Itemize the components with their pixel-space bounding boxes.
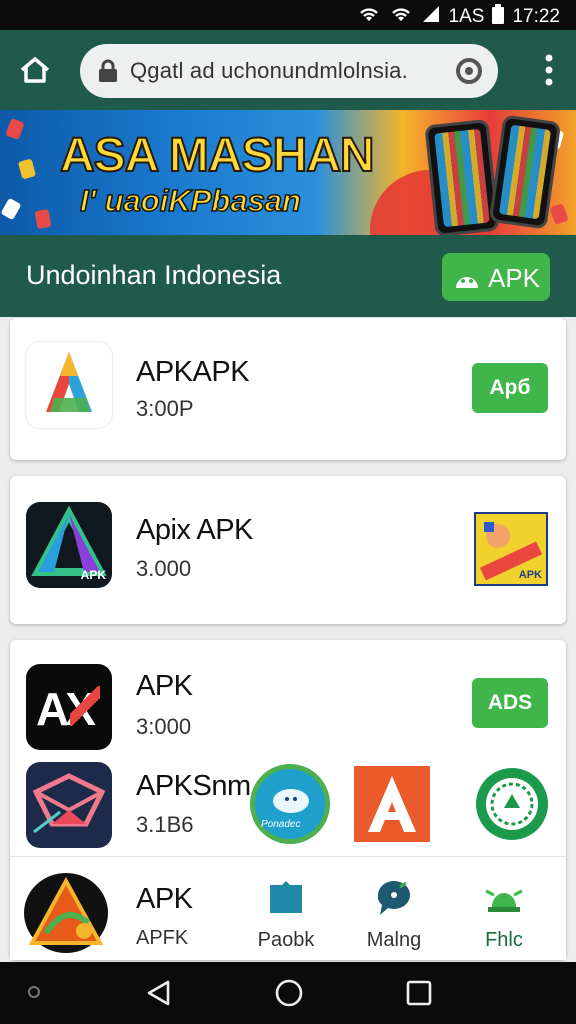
confetti-decoration <box>0 197 22 221</box>
app-name: APK <box>136 883 193 915</box>
app-logo-icon: APK <box>26 502 112 588</box>
confetti-decoration <box>549 203 569 225</box>
nav-item-fhlc[interactable]: Fhlc <box>454 873 554 953</box>
chat-icon <box>374 877 414 917</box>
app-logo-icon[interactable] <box>24 873 108 953</box>
app-card[interactable]: APKAPK 3:00P Apб <box>10 318 566 460</box>
chat-bubble-label: Ponadec <box>261 819 301 830</box>
status-bar: 1AS 17:22 <box>0 0 576 30</box>
app-logo-icon: AX <box>26 664 112 750</box>
install-button[interactable]: Apб <box>472 363 548 413</box>
app-a-icon[interactable] <box>354 766 430 842</box>
nav-label: Malng <box>366 929 422 951</box>
apk-button-label: APK <box>488 263 541 293</box>
confetti-decoration <box>5 118 25 140</box>
banner-title: ASA MASHAN <box>59 128 376 183</box>
location-icon[interactable] <box>454 56 484 86</box>
app-name: Apix APK <box>136 514 253 546</box>
app-size: APFK <box>136 927 189 949</box>
system-navigation-bar <box>0 962 576 1024</box>
section-header: Undoinhan Indonesia APK <box>0 235 576 317</box>
confetti-decoration <box>34 208 52 230</box>
clock: 17:22 <box>512 6 560 27</box>
app-icon-label: APK <box>80 568 106 582</box>
thumbnail-label: APK <box>518 569 542 581</box>
dot-icon <box>26 984 42 1000</box>
home-icon[interactable] <box>18 54 52 86</box>
phone-image <box>424 118 500 235</box>
app-name: APKAPK <box>136 356 250 388</box>
bottom-navigation: APK APFK Paobk Malng Fhlc <box>10 856 566 960</box>
app-thumbnail[interactable]: APK <box>474 512 548 586</box>
list-item[interactable]: APKAPK 3:00P Apб <box>10 338 566 438</box>
more-vert-icon[interactable] <box>544 52 554 88</box>
browser-toolbar: Qgatl ad uchonundmlolnsia. <box>0 30 576 110</box>
banner-subtitle: I' uaoiKPbasan <box>79 182 301 219</box>
wifi-icon <box>357 5 381 29</box>
nav-label: Paobk <box>257 929 315 951</box>
recents-icon[interactable] <box>404 978 434 1008</box>
chat-bubble-icon[interactable]: Ponadec <box>250 764 330 844</box>
app-name: APKSnm <box>136 770 251 802</box>
list-item[interactable]: AX APK 3:000 ADS <box>10 662 566 762</box>
alarm-icon <box>484 877 524 917</box>
home-button-icon[interactable] <box>274 978 304 1008</box>
section-title: Undoinhan Indonesia <box>26 260 282 290</box>
nav-item-malng[interactable]: Malng <box>344 873 444 953</box>
app-size: 3:000 <box>136 714 192 739</box>
carrier-text: 1AS <box>448 6 485 27</box>
wifi-icon <box>389 5 413 29</box>
back-icon[interactable] <box>144 978 174 1008</box>
app-card[interactable]: APK Apix APK 3.000 APK <box>10 476 566 624</box>
app-logo-icon <box>26 342 112 428</box>
battery-icon <box>492 4 505 30</box>
nav-item-paobk[interactable]: Paobk <box>236 873 336 953</box>
promo-banner[interactable]: ASA MASHAN I' uaoiKPbasan <box>0 110 576 235</box>
url-text: Qgatl ad uchonundmlolnsia. <box>130 58 408 83</box>
signal-icon <box>421 5 441 29</box>
app-size: 3.1B6 <box>136 812 194 837</box>
badge-icon[interactable] <box>476 768 548 840</box>
url-bar[interactable]: Qgatl ad uchonundmlolnsia. <box>80 44 498 98</box>
apk-button[interactable]: APK <box>442 253 550 301</box>
app-size: 3.000 <box>136 556 192 581</box>
lock-icon <box>98 59 118 83</box>
app-logo-icon <box>26 762 112 848</box>
install-button[interactable]: ADS <box>472 678 548 728</box>
app-size: 3:00P <box>136 396 194 421</box>
confetti-decoration <box>17 158 37 180</box>
app-name: APK <box>136 670 193 702</box>
list-item[interactable]: APK Apix APK 3.000 APK <box>10 502 566 602</box>
bookmark-icon <box>266 877 306 917</box>
android-icon <box>454 266 480 288</box>
nav-label: Fhlc <box>485 929 523 951</box>
